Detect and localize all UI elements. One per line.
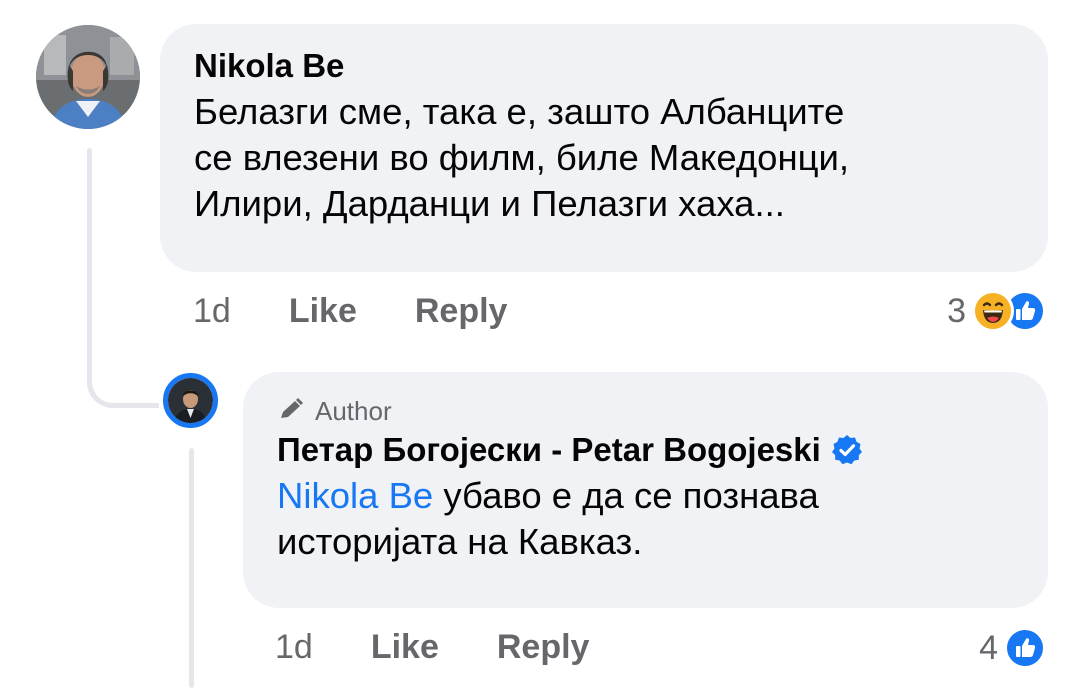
comment-timestamp[interactable]: 1d: [193, 292, 231, 331]
comment-author-name[interactable]: Nikola Be: [194, 45, 1014, 87]
reply-actions: 1d Like Reply: [275, 628, 589, 667]
reply-reaction-summary[interactable]: 4: [979, 627, 1046, 669]
comment-actions: 1d Like Reply: [193, 292, 507, 331]
author-badge: Author: [277, 396, 1014, 426]
reply-author-name[interactable]: Петар Богојески - Petar Bogojeski: [277, 429, 821, 471]
reply-bubble: Author Петар Богојески - Petar Bogojeski…: [243, 372, 1048, 608]
comment-text: Белазги сме, така е, зашто Албанците се …: [194, 89, 1014, 227]
mention-link[interactable]: Nikola Be: [277, 475, 433, 516]
reply-text: Nikola Be убаво е да се познава историја…: [277, 473, 1014, 565]
reply-button[interactable]: Reply: [415, 292, 508, 331]
verified-badge-icon: [831, 434, 863, 466]
reply-thread-line: [189, 448, 194, 688]
reply-timestamp[interactable]: 1d: [275, 628, 313, 667]
reaction-summary[interactable]: 3: [947, 290, 1046, 332]
comment-bubble: Nikola Be Белазги сме, така е, зашто Алб…: [160, 24, 1048, 272]
avatar-photo: [36, 25, 140, 129]
like-button[interactable]: Like: [289, 292, 357, 331]
reply-author-row: Петар Богојески - Petar Bogojeski: [277, 429, 1014, 471]
avatar-photo: [168, 378, 213, 423]
reply-reaction-count: 4: [979, 628, 998, 667]
comment-text-line: се влезени во филм, биле Македонци,: [194, 137, 850, 178]
reply-text-line: Nikola Be убаво е да се познава: [277, 473, 1014, 519]
like-icon: [1004, 627, 1046, 669]
author-badge-label: Author: [315, 396, 392, 426]
reaction-count: 3: [947, 291, 966, 330]
reply-like-button[interactable]: Like: [371, 628, 439, 667]
reply-reply-button[interactable]: Reply: [497, 628, 590, 667]
avatar-nikola-be[interactable]: [36, 25, 140, 129]
comment-text-line[interactable]: Илири, Дарданци и Пелазги хаха...: [194, 181, 1014, 227]
comment-text-line: Белазги сме, така е, зашто Албанците: [194, 91, 845, 132]
reply-text-segment: убаво е да се познава: [433, 475, 819, 516]
haha-icon: [972, 290, 1014, 332]
avatar-petar-bogojeski[interactable]: [163, 373, 218, 428]
reply-connector: [87, 345, 159, 408]
pen-icon: [277, 396, 307, 426]
reply-text-line: историјата на Кавказ.: [277, 521, 643, 562]
